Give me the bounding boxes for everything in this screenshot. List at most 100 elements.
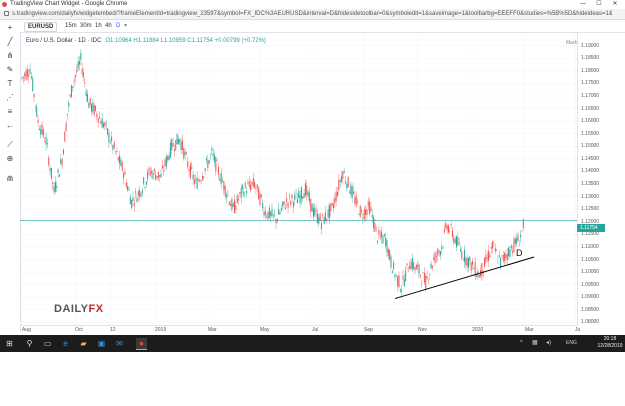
candle-body xyxy=(302,196,304,199)
blank-area xyxy=(0,352,625,406)
chrome-icon[interactable]: ● xyxy=(136,338,147,350)
minimize-button[interactable]: — xyxy=(576,0,590,9)
candle-body xyxy=(501,255,503,257)
price-tick-label: 1.14000 xyxy=(581,168,600,175)
timeframe-4h[interactable]: 4h xyxy=(105,20,112,32)
candle-body xyxy=(127,186,129,191)
candle-body xyxy=(418,264,420,274)
candle-body xyxy=(228,201,230,205)
candle-body xyxy=(144,186,146,188)
candle-body xyxy=(382,236,384,244)
clock[interactable]: 20:18 12/28/2019 xyxy=(596,336,624,350)
timeframe-d[interactable]: D xyxy=(116,20,120,32)
ruler-icon[interactable]: ⟋ xyxy=(5,140,15,149)
timeframe-1h[interactable]: 1h xyxy=(95,20,102,32)
candle-body xyxy=(124,171,126,175)
candle-body xyxy=(498,255,500,258)
symbol-search[interactable]: EURUSD xyxy=(24,22,58,32)
candle-body xyxy=(108,132,110,142)
candle-body xyxy=(62,149,64,155)
magnet-icon[interactable]: ⋒ xyxy=(5,174,15,183)
candle-body xyxy=(262,202,264,208)
back-arrow-icon[interactable]: ← xyxy=(5,121,15,130)
crosshair-icon[interactable]: + xyxy=(5,23,15,32)
address-bar[interactable]: s.tradingview.com/dailyfx/widgetembed/?f… xyxy=(0,9,625,20)
task-view-icon[interactable]: ▭ xyxy=(42,338,53,349)
candle-body xyxy=(33,93,35,98)
candle-body xyxy=(50,167,52,179)
timeframe-30m[interactable]: 30m xyxy=(80,20,92,32)
candle-body xyxy=(433,257,435,260)
candle-body xyxy=(132,197,134,201)
brush-icon[interactable]: ✎ xyxy=(5,65,15,74)
candle-body xyxy=(282,201,284,207)
candle-body xyxy=(84,82,86,83)
maximize-button[interactable]: ☐ xyxy=(592,0,606,9)
close-button[interactable]: ✕ xyxy=(608,0,622,9)
candle-body xyxy=(510,245,512,249)
candle-body xyxy=(259,193,261,206)
store-icon[interactable]: ▣ xyxy=(96,338,107,349)
pitchfork-icon[interactable]: ⋔ xyxy=(5,51,15,60)
trendline-icon[interactable]: ╱ xyxy=(5,37,15,46)
candle-body xyxy=(306,185,308,195)
tray-arrow-icon[interactable]: ^ xyxy=(520,339,523,348)
candle-body xyxy=(117,157,119,161)
candle-body xyxy=(22,76,24,78)
price-chart[interactable] xyxy=(20,33,605,325)
candle-body xyxy=(104,122,106,127)
price-tick-label: 1.18000 xyxy=(581,67,600,74)
windows-icon[interactable]: ⊞ xyxy=(4,338,15,349)
candle-body xyxy=(320,223,322,230)
timeframe-15m[interactable]: 15m xyxy=(65,20,77,32)
candle-body xyxy=(493,243,495,244)
file-explorer-icon[interactable]: ▰ xyxy=(78,338,89,349)
candle-body xyxy=(450,224,452,226)
candle-body xyxy=(496,250,498,252)
price-tick-label: 1.08000 xyxy=(581,319,600,326)
zoom-icon[interactable]: ⊕ xyxy=(5,154,15,163)
candle-body xyxy=(466,258,468,267)
edge-icon[interactable]: e xyxy=(60,338,71,349)
price-axis[interactable]: 1.19000 1.18500 1.18000 1.17500 1.17000 1.165… xyxy=(577,33,606,325)
candle-body xyxy=(379,235,381,237)
candle-body xyxy=(318,217,320,224)
candle-body xyxy=(316,213,318,223)
candle-body xyxy=(184,151,186,156)
pattern-icon[interactable]: ⋰ xyxy=(5,93,15,102)
candle-body xyxy=(467,257,470,268)
volume-icon[interactable]: ◂) xyxy=(546,339,551,348)
candle-body xyxy=(78,61,80,65)
candle-body xyxy=(26,69,28,77)
measure-icon[interactable]: ≡ xyxy=(5,107,15,116)
candle-body xyxy=(76,69,78,73)
candle-body xyxy=(447,225,449,233)
candle-body xyxy=(322,214,324,216)
candle-body xyxy=(351,186,353,198)
text-icon[interactable]: T xyxy=(5,79,15,88)
candle-body xyxy=(30,76,32,79)
candle-body xyxy=(267,211,269,220)
candle-body xyxy=(393,262,395,270)
candle-body xyxy=(314,207,316,216)
candle-body xyxy=(445,222,447,228)
search-icon[interactable]: ⚲ xyxy=(24,338,35,349)
timeframe-dropdown-icon[interactable]: ▾ xyxy=(124,20,127,32)
candle-body xyxy=(113,142,115,148)
candle-body xyxy=(367,200,369,207)
candle-body xyxy=(135,191,137,193)
candle-body xyxy=(105,122,107,124)
candle-body xyxy=(383,234,385,237)
candle-body xyxy=(406,263,408,266)
candle-body xyxy=(216,160,218,161)
candle-body xyxy=(152,172,154,179)
time-axis[interactable]: Aug Oct 12 2019 Mar May Jul Sep Nov 2020 Mar Ju xyxy=(20,325,580,333)
candle-body xyxy=(280,208,282,211)
network-icon[interactable]: ▦ xyxy=(532,339,538,348)
mail-icon[interactable]: ✉ xyxy=(114,338,125,349)
candle-body xyxy=(312,207,314,217)
candle-body xyxy=(323,217,325,224)
language-indicator[interactable]: ENG xyxy=(566,339,577,348)
candle-body xyxy=(425,275,427,290)
url-text[interactable]: s.tradingview.com/dailyfx/widgetembed/?f… xyxy=(12,10,612,18)
